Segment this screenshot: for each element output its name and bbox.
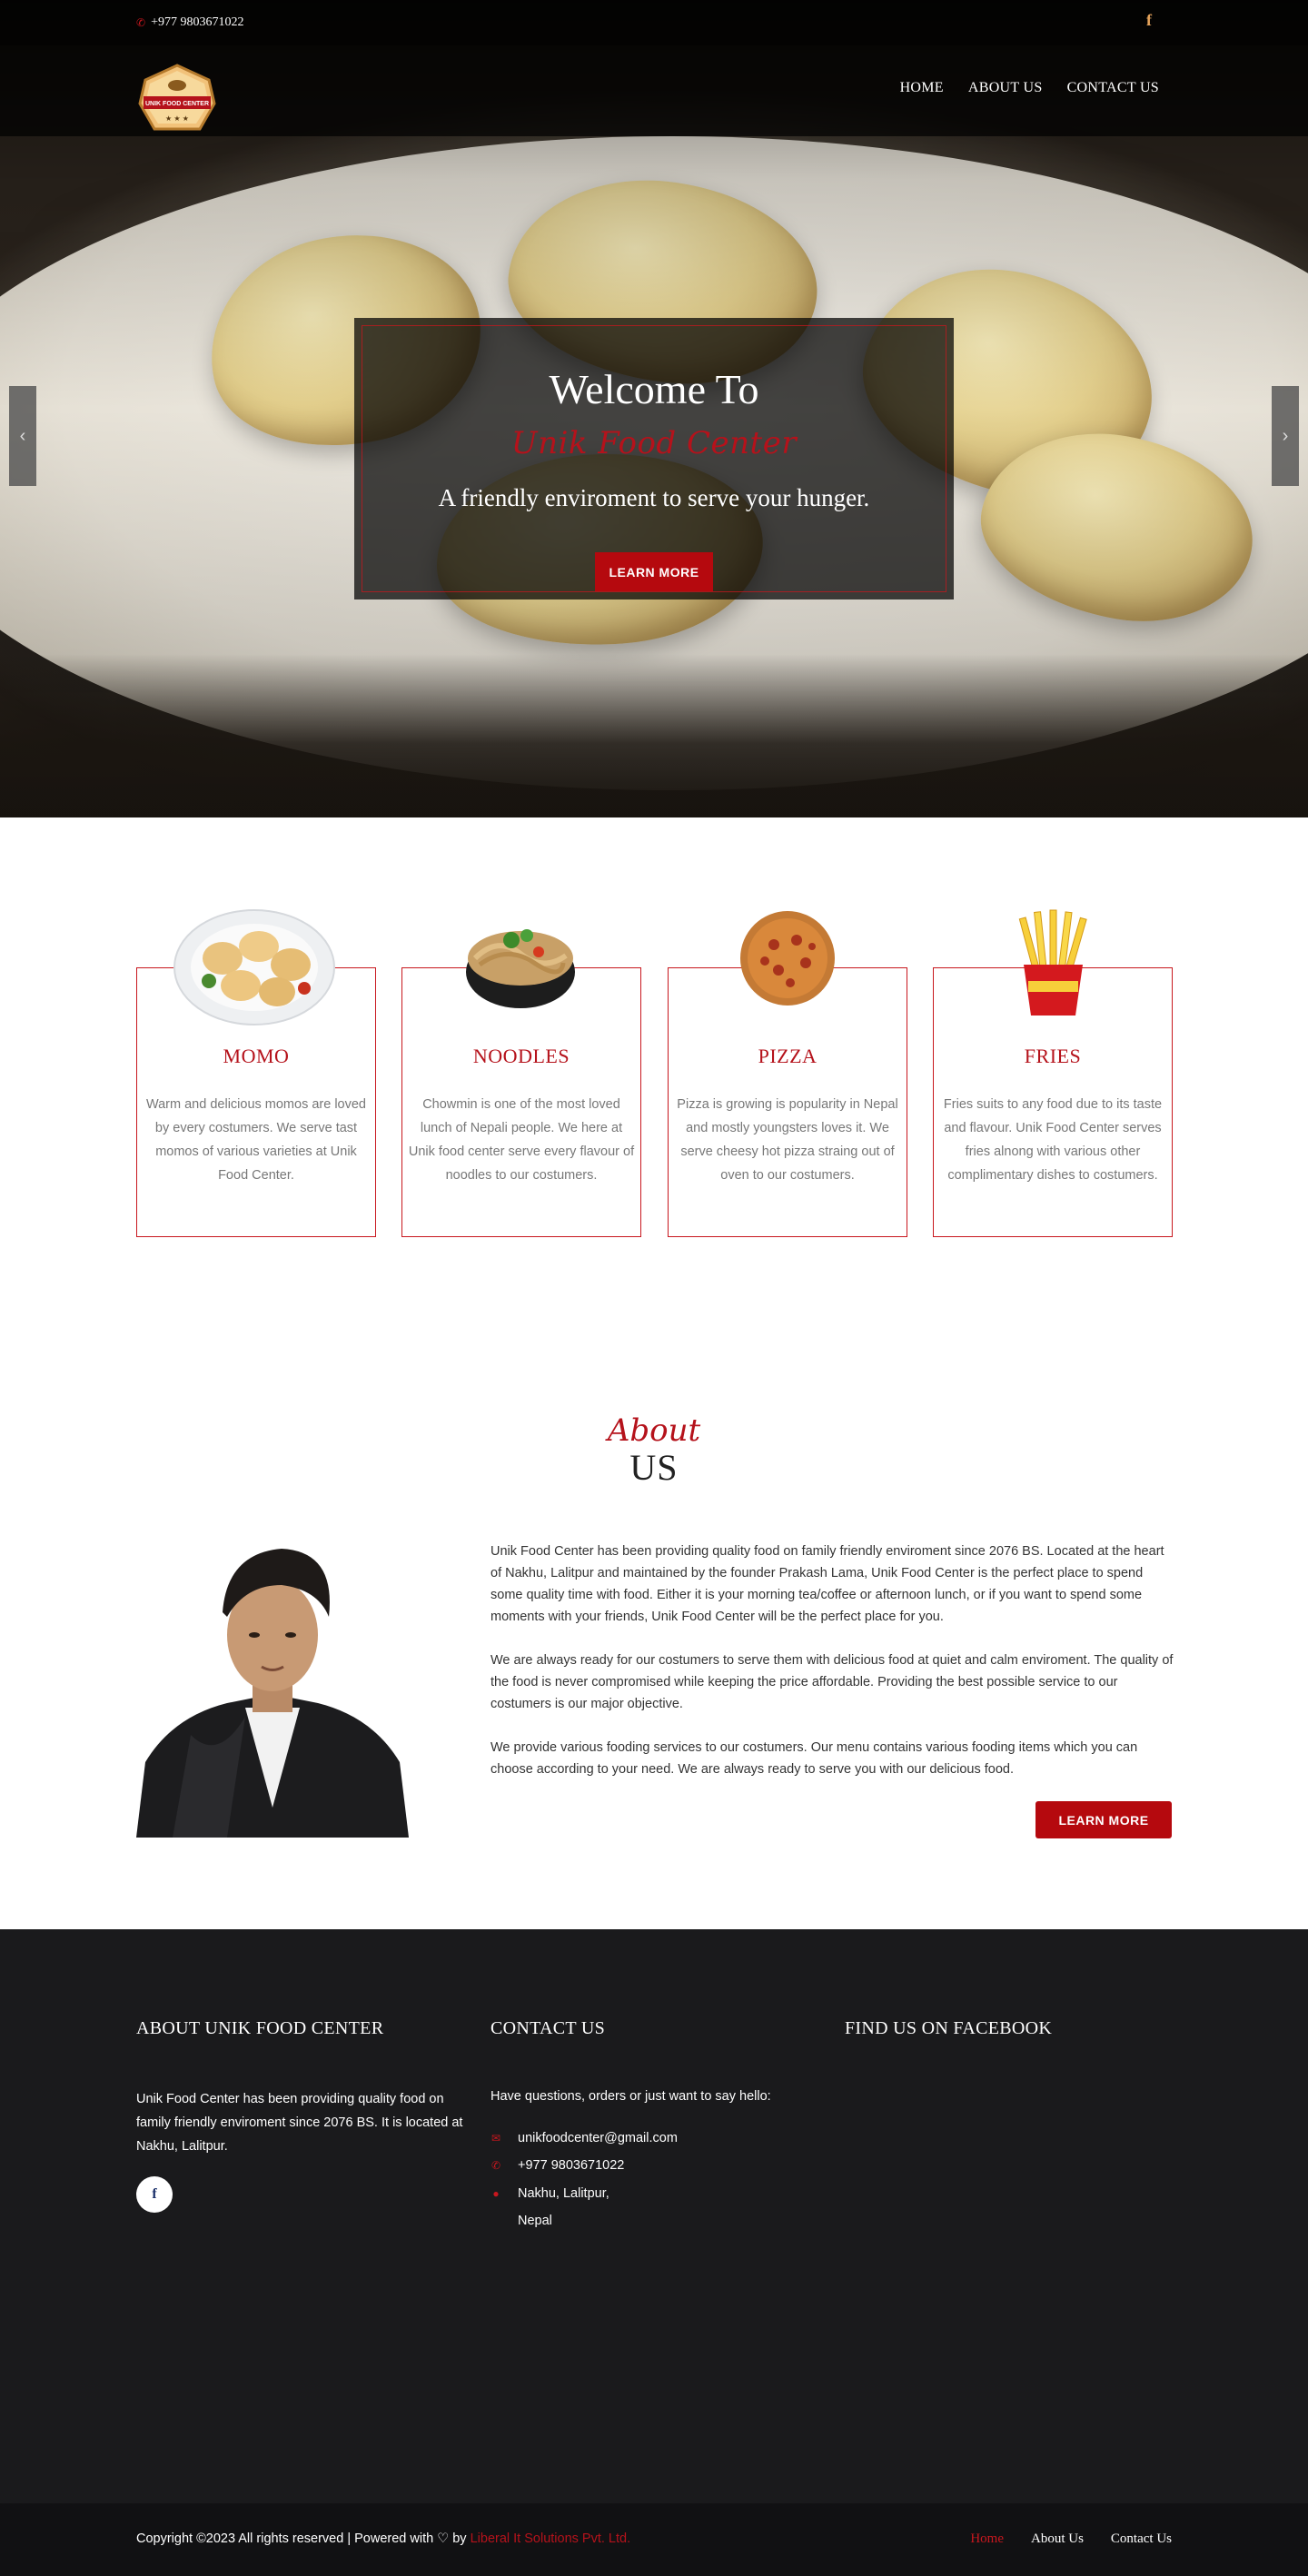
hero-script-title: Unik Food Center [510,425,798,461]
footer-nav-about-us[interactable]: About Us [1031,2531,1084,2547]
about-learn-more-button[interactable]: LEARN MORE [1036,1801,1172,1838]
topbar-phone-number: +977 9803671022 [151,15,244,29]
about-heading: US [629,1447,679,1488]
footer-address-line-1: Nakhu, Lalitpur, [518,2186,609,2201]
service-description: Chowmin is one of the most loved lunch o… [408,1097,635,1183]
copyright-by: by [452,2531,467,2546]
copyright-text: Copyright ©2023 All rights reserved | Po… [136,2531,434,2546]
pizza-image [740,911,835,1006]
service-title: FRIES [1024,1045,1082,1067]
hero-caption-box: Welcome To Unik Food Center A friendly e… [354,318,954,599]
footer-facebook-button[interactable]: f [136,2176,173,2213]
footer-address: ● Nakhu, Lalitpur, Nepal [490,2180,609,2234]
company-link[interactable]: Liberal It Solutions Pvt. Ltd. [471,2531,631,2546]
nav-about-us[interactable]: ABOUT US [968,80,1043,96]
footer-address-line-2: Nepal [518,2214,552,2228]
chevron-left-icon: ‹ [19,425,26,446]
chevron-right-icon: › [1282,425,1289,446]
nav-contact-us[interactable]: CONTACT US [1067,80,1159,96]
footer-nav-home[interactable]: Home [970,2531,1004,2547]
momo-image [173,909,335,1025]
footer-nav: Home About Us Contact Us [970,2531,1172,2547]
footer-facebook-heading: FIND US ON FACEBOOK [845,2018,1053,2038]
footer-phone[interactable]: ✆ +977 9803671022 [490,2152,624,2179]
facebook-icon: f [152,2186,157,2202]
slider-next-button[interactable]: › [1272,386,1299,486]
footer-contact-heading: CONTACT US [490,2018,606,2038]
logo-text: UNIK FOOD CENTER [145,101,209,107]
founder-portrait-image [136,1549,409,1838]
hero-title: Welcome To [549,366,759,412]
service-description: Fries suits to any food due to its taste… [943,1097,1163,1183]
service-title: PIZZA [758,1045,818,1067]
footer-address-text: Nakhu, Lalitpur, Nepal [518,2180,609,2234]
footer-about-text: Unik Food Center has been providing qual… [136,2092,463,2154]
service-title: MOMO [223,1045,290,1067]
footer-email[interactable]: ✉ unikfoodcenter@gmail.com [490,2125,678,2152]
footer-email-text: unikfoodcenter@gmail.com [518,2131,678,2145]
hero-learn-more-button[interactable]: LEARN MORE [595,552,713,591]
topbar-phone[interactable]: ✆ +977 9803671022 [136,15,243,30]
copyright: Copyright ©2023 All rights reserved | Po… [136,2531,630,2546]
about-paragraph-3: We provide various fooding services to o… [490,1740,1138,1777]
map-pin-icon: ● [492,2187,500,2200]
facebook-icon[interactable]: f [1146,11,1152,30]
heart-icon: ♡ [437,2531,450,2546]
nav-home[interactable]: HOME [900,80,944,96]
fries-image [1018,909,1087,1016]
top-bar: ✆ +977 9803671022 f [0,0,1308,45]
main-nav: HOME ABOUT US CONTACT US [900,80,1159,96]
about-script-title: About [607,1412,701,1449]
footer-nav-contact-us[interactable]: Contact Us [1111,2531,1172,2547]
footer-about-heading: ABOUT UNIK FOOD CENTER [136,2018,384,2038]
service-description: Warm and delicious momos are loved by ev… [145,1097,367,1183]
footer-phone-text: +977 9803671022 [518,2158,625,2173]
about-paragraph-1: Unik Food Center has been providing qual… [490,1544,1164,1624]
service-title: NOODLES [472,1045,570,1067]
site-logo[interactable]: UNIK FOOD CENTER ★ ★ ★ [136,64,218,136]
noodles-image [466,929,575,1008]
hero-tagline: A friendly enviroment to serve your hung… [438,484,870,511]
svg-text:★ ★ ★: ★ ★ ★ [165,114,189,123]
footer-contact-intro: Have questions, orders or just want to s… [490,2089,771,2104]
footer [0,1929,1308,2503]
envelope-icon: ✉ [490,2132,501,2145]
about-paragraph-2: We are always ready for our costumers to… [490,1653,1174,1711]
about-text: Unik Food Center has been providing qual… [490,1541,1174,1780]
service-description: Pizza is growing is popularity in Nepal … [677,1097,898,1183]
phone-icon: ✆ [136,15,146,29]
slider-prev-button[interactable]: ‹ [9,386,36,486]
phone-icon: ✆ [490,2159,501,2172]
